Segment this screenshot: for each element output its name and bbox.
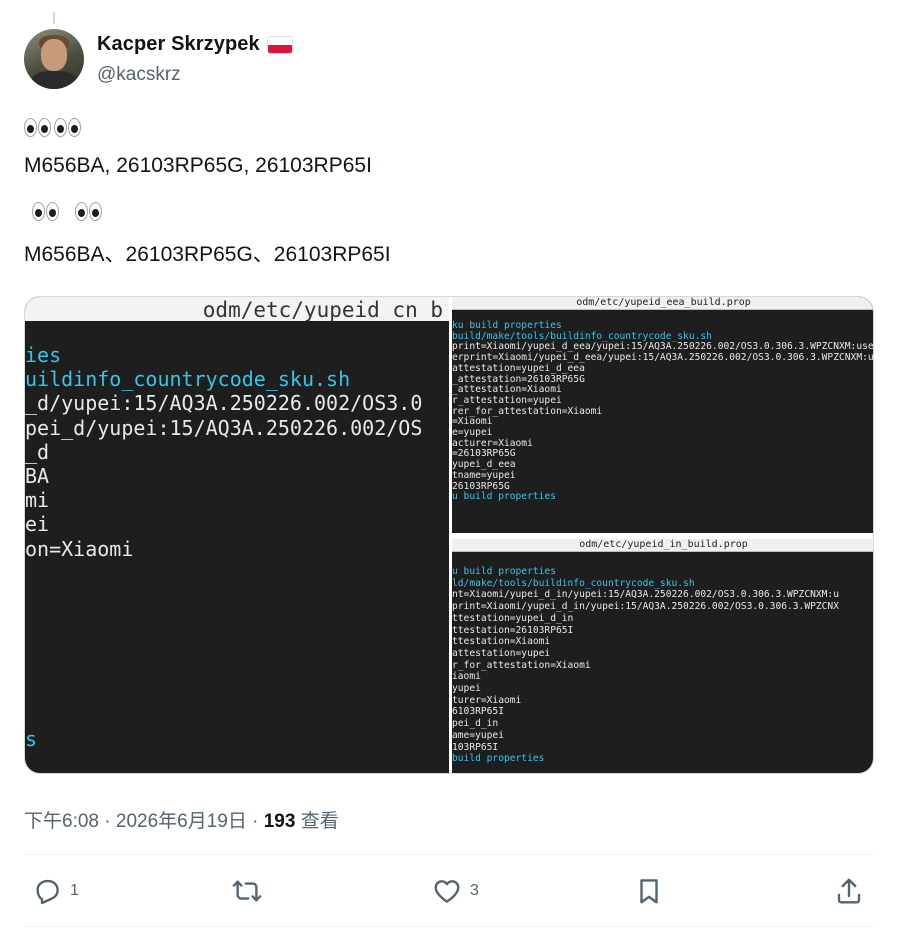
terminal-line: attestation=yupei [452,647,551,659]
retweet-icon [232,880,262,902]
tweet-models-line: M656BA, 26103RP65G, 26103RP65I [24,154,372,177]
terminal-line: ei [25,512,50,537]
meta-separator: · [104,811,111,832]
terminal-title: odm/etc/yupeid_in_build.prop [452,539,873,552]
terminal-line: ies [25,343,62,367]
terminal-lines: ies uildinfo_countrycode_sku.sh _d/yupei:1… [25,343,449,561]
terminal-line: ld/make/tools/buildinfo_countrycode_sku.… [452,577,695,589]
terminal-line: ttestation=Xiaomi [452,636,551,648]
terminal-line: rer_for_attestation=Xiaomi [452,405,603,417]
terminal-screenshot-eea[interactable]: odm/etc/yupeid_eea_build.prop ku build p… [452,297,873,533]
terminal-line: print=Xiaomi/yupei_d_in/yupei:15/AQ3A.25… [452,601,839,613]
terminal-line: _d/yupei:15/AQ3A.250226.002/OS3.0 [25,391,423,416]
action-bar: 1 3 [24,870,874,914]
terminal-line: yupei [452,683,481,695]
terminal-line: =Xiaomi [452,416,493,428]
terminal-line: on=Xiaomi [25,536,134,561]
terminal-title: odm/etc/yupeid_cn_b [25,297,449,321]
eyes-emoji-icon [32,202,102,221]
reply-button[interactable]: 1 [32,876,79,906]
share-icon [837,878,861,904]
bookmark-icon [640,879,658,904]
terminal-lines: ku build properties build/make/tools/buil… [452,320,873,503]
terminal-screenshot-cn[interactable]: odm/etc/yupeid_cn_b ies uildinfo_countryc… [25,297,449,773]
meta-separator: · [252,811,259,832]
eyes-emoji-icon [24,118,81,137]
terminal-screenshot-in[interactable]: odm/etc/yupeid_in_build.prop u build pro… [452,539,873,773]
divider [24,854,874,855]
tweet-date[interactable]: 2026年6月19日 [116,811,247,832]
terminal-line: 103RP65I [452,741,499,753]
tweet-time[interactable]: 下午6:08 [24,811,99,832]
terminal-line: _d [25,439,50,464]
tweet-emoji-line-1 [24,118,81,143]
like-button[interactable]: 3 [432,876,479,906]
avatar[interactable] [24,29,84,89]
tweet-emoji-line-2 [24,202,102,227]
tweet-models-line-cjk: M656BA、26103RP65G、26103RP65I [24,243,391,266]
divider [24,926,874,927]
poland-flag-icon [267,36,292,53]
terminal-line: u build properties [452,566,556,577]
terminal-title: odm/etc/yupeid_eea_build.prop [452,297,873,310]
terminal-line: 6103RP65I [452,706,504,718]
thread-connector-line [53,12,55,24]
terminal-line: attestation=yupei_d_eea [452,362,585,374]
author-display-name[interactable]: Kacper Skrzypek [97,33,260,56]
terminal-line: u build properties [452,491,556,503]
terminal-line: uildinfo_countrycode_sku.sh [25,367,351,392]
terminal-line: mi [25,488,50,513]
views-label: 查看 [300,811,339,832]
reply-count: 1 [70,882,79,899]
terminal-line: turer=Xiaomi [452,694,522,706]
terminal-line: pei_d_in [452,718,499,730]
avatar-body [30,71,78,89]
terminal-line: iaomi [452,671,481,683]
author-name-row: Kacper Skrzypek [97,33,292,56]
terminal-line: BA [25,464,50,489]
tweet-meta: 下午6:08 · 2026年6月19日 · 193 查看 [24,806,339,833]
retweet-button[interactable] [232,876,270,906]
terminal-line: ttestation=26103RP65I [452,624,574,636]
reply-icon [36,879,59,905]
terminal-line: s [25,727,38,751]
author-handle[interactable]: @kacskrz [97,64,181,86]
terminal-line: ttestation=yupei_d_in [452,612,574,624]
like-count: 3 [470,882,479,899]
terminal-line: ame=yupei [452,729,504,741]
like-icon [434,880,460,903]
terminal-line: pei_d/yupei:15/AQ3A.250226.002/OS [25,415,423,440]
views-count: 193 [263,811,296,832]
terminal-line: r_for_attestation=Xiaomi [452,659,591,671]
avatar-face [41,39,67,71]
terminal-line: build properties [452,753,545,765]
share-button[interactable] [834,876,864,906]
bookmark-button[interactable] [634,876,664,906]
terminal-line: nt=Xiaomi/yupei_d_in/yupei:15/AQ3A.25022… [452,589,839,601]
terminal-lines: u build properties ld/make/tools/buildinf… [452,566,873,765]
terminal-line: tname=yupei [452,469,516,481]
media-grid[interactable]: odm/etc/yupeid_cn_b ies uildinfo_countryc… [24,296,874,774]
